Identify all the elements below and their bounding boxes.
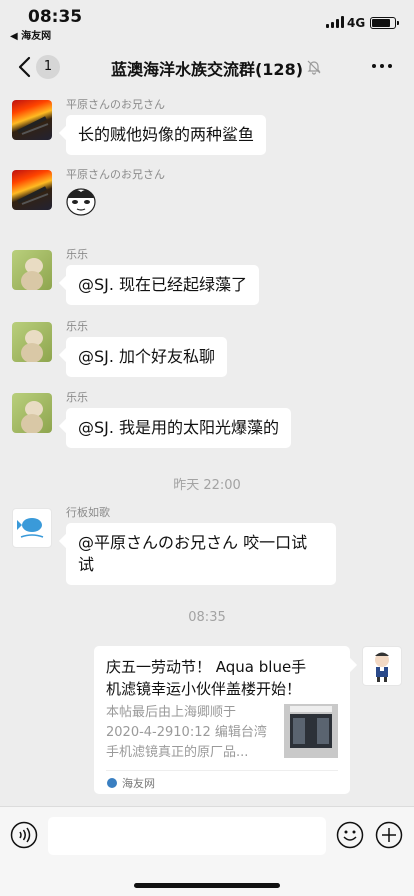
panda-face-sticker[interactable] — [64, 184, 98, 216]
divider — [106, 770, 338, 771]
message-text-line: @平原さんのお兄さん 咬一口试 — [78, 533, 308, 552]
return-to-app-link[interactable]: ◀ 海友网 — [10, 27, 51, 42]
avatar[interactable] — [12, 250, 52, 290]
link-card-desc-line: 2020-4-2910:12 编辑台湾 — [106, 725, 267, 740]
sender-name: 乐乐 — [66, 320, 88, 333]
sender-name: 乐乐 — [66, 391, 88, 404]
link-card-thumbnail — [284, 704, 338, 758]
avatar[interactable] — [12, 508, 52, 548]
network-type: 4G — [347, 16, 366, 30]
chat-title: 蓝澳海洋水族交流群(128) — [110, 60, 304, 79]
avatar[interactable] — [12, 170, 52, 210]
link-card-source: 海友网 — [122, 777, 155, 790]
battery-icon — [370, 17, 399, 29]
message-input[interactable] — [48, 817, 326, 855]
link-card-desc-line: 本帖最后由上海卿顺于 — [106, 705, 237, 720]
avatar[interactable] — [12, 393, 52, 433]
link-card-description: 本帖最后由上海卿顺于 2020-4-2910:12 编辑台湾 手机滤镜真正的原厂… — [106, 703, 282, 763]
status-bar: 08:35 ◀ 海友网 4G — [0, 0, 414, 44]
more-options-icon[interactable] — [372, 64, 392, 68]
link-card-desc-line: 手机滤镜真正的原厂品... — [106, 745, 249, 760]
sender-name: 行板如歌 — [66, 506, 110, 519]
sender-name: 乐乐 — [66, 248, 88, 261]
message-text-line: 试 — [78, 555, 95, 574]
status-time: 08:35 — [28, 7, 83, 27]
link-card[interactable]: 庆五一劳动节！ Aqua blue手 机滤镜幸运小伙伴盖楼开始！ 本帖最后由上海… — [94, 646, 350, 794]
plus-icon[interactable] — [375, 821, 403, 849]
message-list[interactable]: 平原さんのお兄さん 长的贼他妈像的两种鲨鱼 平原さんのお兄さん 乐乐 @SJ. … — [0, 90, 414, 806]
chat-header: 1 蓝澳海洋水族交流群(128) — [0, 44, 414, 90]
link-card-title: 庆五一劳动节！ Aqua blue手 机滤镜幸运小伙伴盖楼开始！ — [106, 656, 340, 700]
home-indicator[interactable] — [134, 883, 280, 888]
link-card-title-line: 庆五一劳动节！ Aqua blue手 — [106, 658, 307, 676]
avatar[interactable] — [12, 100, 52, 140]
input-bar — [0, 806, 414, 896]
message-bubble[interactable]: 长的贼他妈像的两种鲨鱼 — [66, 115, 267, 155]
mute-bell-icon — [307, 60, 321, 75]
source-logo-icon — [107, 778, 117, 788]
my-avatar[interactable] — [362, 646, 402, 686]
message-bubble[interactable]: @平原さんのお兄さん 咬一口试 试 — [66, 523, 336, 585]
signal-icon — [326, 16, 344, 28]
emoji-icon[interactable] — [336, 821, 364, 849]
message-bubble[interactable]: @SJ. 现在已经起绿藻了 — [66, 265, 260, 305]
timestamp: 08:35 — [188, 610, 226, 625]
sender-name: 平原さんのお兄さん — [66, 98, 165, 111]
sender-name: 平原さんのお兄さん — [66, 168, 165, 181]
message-bubble[interactable]: @SJ. 加个好友私聊 — [66, 337, 228, 377]
voice-input-icon[interactable] — [10, 821, 38, 849]
avatar[interactable] — [12, 322, 52, 362]
timestamp: 昨天 22:00 — [173, 478, 241, 493]
link-card-title-line: 机滤镜幸运小伙伴盖楼开始！ — [106, 680, 302, 698]
message-bubble[interactable]: @SJ. 我是用的太阳光爆藻的 — [66, 408, 292, 448]
